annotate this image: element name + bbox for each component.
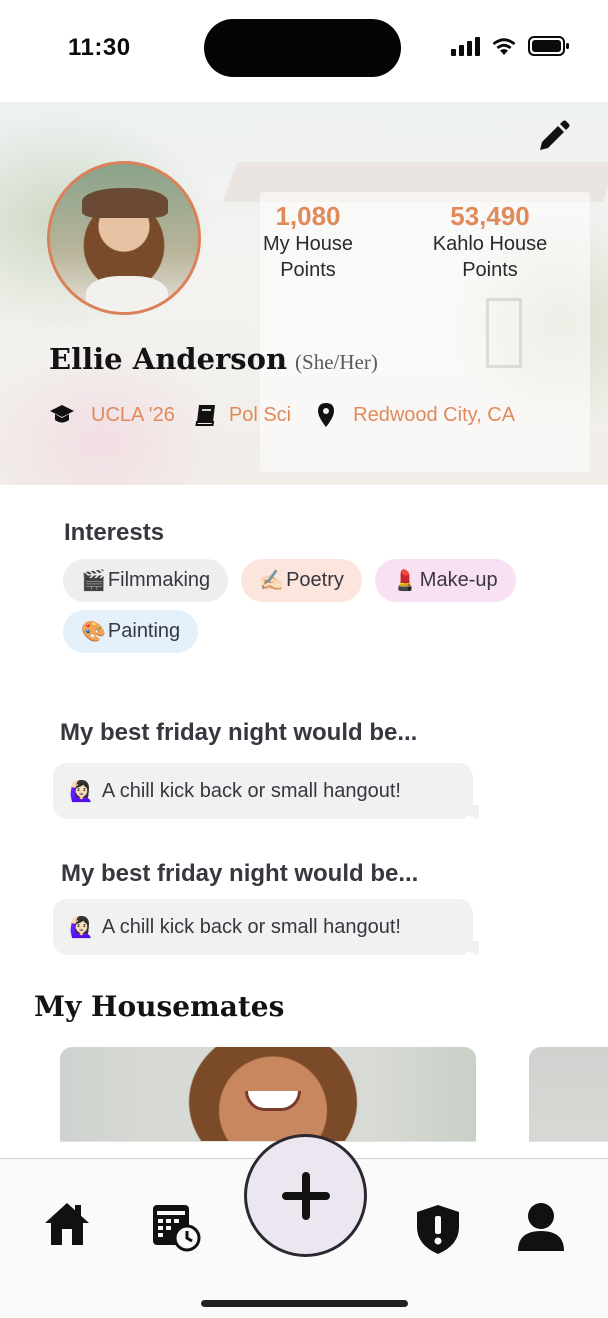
interest-chips: 🎬 Filmmaking ✍🏻 Poetry 💄 Make-up 🎨 Paint… — [63, 559, 563, 653]
raising-hand-icon: 🙋🏻‍♀️ — [69, 916, 94, 939]
profile-info-row: UCLA '26 Pol Sci Redwood City, CA — [49, 402, 533, 428]
cellular-signal-icon — [451, 36, 480, 56]
house-points: 53,490 Kahlo House Points — [414, 201, 566, 283]
dynamic-island — [204, 19, 401, 77]
housemates-title: My Housemates — [34, 990, 285, 1023]
profile-pronouns: (She/Her) — [295, 350, 378, 374]
prompt-question: My best friday night would be... — [60, 719, 418, 746]
prompt-answer-bubble: 🙋🏻‍♀️ A chill kick back or small hangout… — [53, 763, 479, 819]
prompt-question: My best friday night would be... — [61, 860, 419, 887]
location-text: Redwood City, CA — [353, 403, 516, 426]
interest-chip-makeup[interactable]: 💄 Make-up — [374, 559, 516, 602]
prompt-answer: A chill kick back or small hangout! — [101, 915, 401, 938]
book-icon — [195, 405, 215, 426]
interest-label: Painting — [107, 620, 181, 642]
avatar-hat — [82, 188, 168, 218]
housemate-card[interactable] — [529, 1047, 608, 1159]
writing-hand-icon: ✍🏻 — [259, 570, 285, 592]
palette-icon: 🎨 — [81, 621, 106, 643]
avatar[interactable] — [47, 161, 201, 315]
interest-chip-filmmaking[interactable]: 🎬 Filmmaking — [63, 559, 229, 602]
house-points-value: 53,490 — [450, 201, 530, 231]
interest-label: Make-up — [419, 569, 498, 591]
home-icon[interactable] — [43, 1199, 91, 1247]
system-icons — [451, 36, 570, 56]
my-points-value: 1,080 — [275, 201, 341, 231]
wifi-icon — [492, 38, 516, 55]
home-indicator[interactable] — [201, 1300, 408, 1307]
shield-alert-icon[interactable] — [414, 1203, 462, 1255]
interest-chip-painting[interactable]: 🎨 Painting — [63, 610, 199, 653]
interest-chip-poetry[interactable]: ✍🏻 Poetry — [241, 559, 362, 602]
interest-label: Poetry — [286, 569, 344, 591]
status-bar: 11:30 — [0, 0, 608, 100]
add-button[interactable] — [244, 1134, 367, 1257]
avatar-shirt — [86, 276, 168, 312]
my-house-points: 1,080 My House Points — [236, 201, 380, 283]
add-icon — [281, 1171, 330, 1220]
calendar-clock-icon[interactable] — [150, 1201, 202, 1253]
pencil-icon[interactable] — [536, 120, 570, 154]
interest-label: Filmmaking — [107, 569, 211, 591]
status-time: 11:30 — [68, 34, 131, 61]
my-points-label: My House Points — [262, 233, 354, 281]
prompt-answer-bubble: 🙋🏻‍♀️ A chill kick back or small hangout… — [53, 899, 479, 955]
lipstick-icon: 💄 — [392, 570, 418, 592]
housemate-card[interactable] — [60, 1047, 476, 1159]
house-points-label: Kahlo House Points — [432, 233, 548, 281]
school-text: UCLA '26 — [91, 403, 175, 426]
profile-header: 1,080 My House Points 53,490 Kahlo House… — [0, 102, 608, 485]
prompt-answer: A chill kick back or small hangout! — [101, 779, 401, 802]
clapper-icon: 🎬 — [81, 570, 106, 592]
user-icon[interactable] — [517, 1201, 565, 1253]
graduation-cap-icon — [50, 405, 74, 423]
profile-name: Ellie Anderson — [49, 342, 288, 376]
name-row: Ellie Anderson (She/Her) — [49, 342, 378, 376]
location-pin-icon — [318, 403, 335, 427]
major-text: Pol Sci — [228, 403, 292, 426]
housemate-card-footer — [529, 1141, 608, 1159]
interests-title: Interests — [64, 519, 165, 546]
battery-icon — [528, 36, 569, 56]
raising-hand-icon: 🙋🏻‍♀️ — [69, 780, 94, 803]
housemate-smile — [245, 1091, 301, 1111]
